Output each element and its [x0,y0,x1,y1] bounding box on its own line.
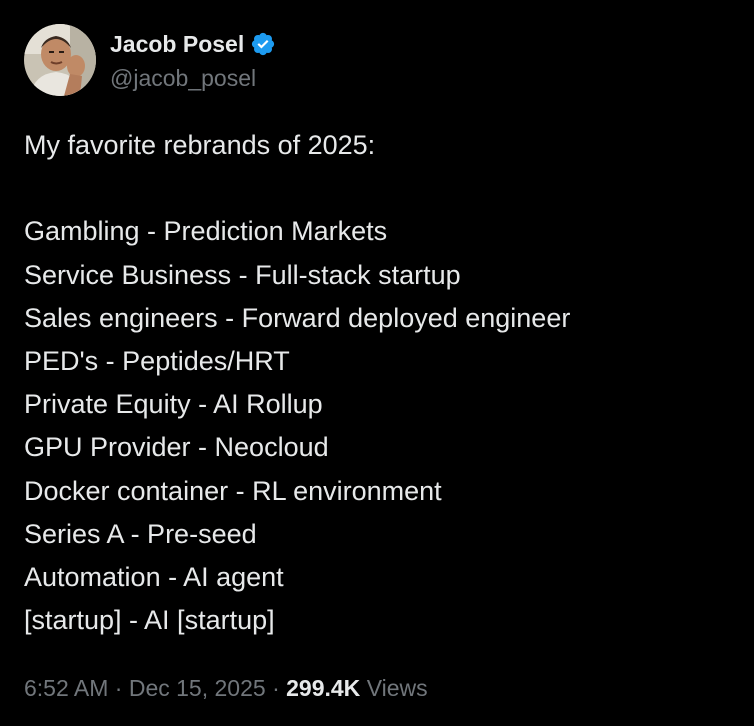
tweet-line: Series A - Pre-seed [24,518,257,549]
tweet-line: GPU Provider - Neocloud [24,432,329,463]
author-display-name[interactable]: Jacob Posel [110,28,244,60]
tweet-line: Automation - AI agent [24,561,284,592]
tweet-line: PED's - Peptides/HRT [24,345,290,376]
tweet-line: Service Business - Full-stack startup [24,259,461,290]
author-handle[interactable]: @jacob_posel [110,62,256,94]
tweet-intro: My favorite rebrands of 2025: [24,130,376,160]
tweet-text: My favorite rebrands of 2025: Gambling -… [24,124,734,642]
tweet-line: [startup] - AI [startup] [24,605,275,636]
tweet-line: Private Equity - AI Rollup [24,389,323,420]
tweet-meta: 6:52 AM · Dec 15, 2025 · 299.4K Views [24,672,428,704]
tweet-time[interactable]: 6:52 AM [24,675,108,701]
views-label[interactable]: Views [367,675,428,701]
profile-photo-icon [24,24,96,96]
views-count[interactable]: 299.4K [286,675,360,701]
author-name-row: Jacob Posel [110,28,276,60]
tweet-date[interactable]: Dec 15, 2025 [129,675,266,701]
meta-separator: · [114,675,123,701]
tweet-card: Jacob Posel @jacob_posel My favorite reb… [0,0,754,726]
meta-separator: · [272,675,280,701]
tweet-line: Docker container - RL environment [24,475,442,506]
tweet-line: Gambling - Prediction Markets [24,216,388,247]
tweet-line: Sales engineers - Forward deployed engin… [24,302,571,333]
verified-badge-icon[interactable] [250,31,276,57]
avatar[interactable] [24,24,96,96]
